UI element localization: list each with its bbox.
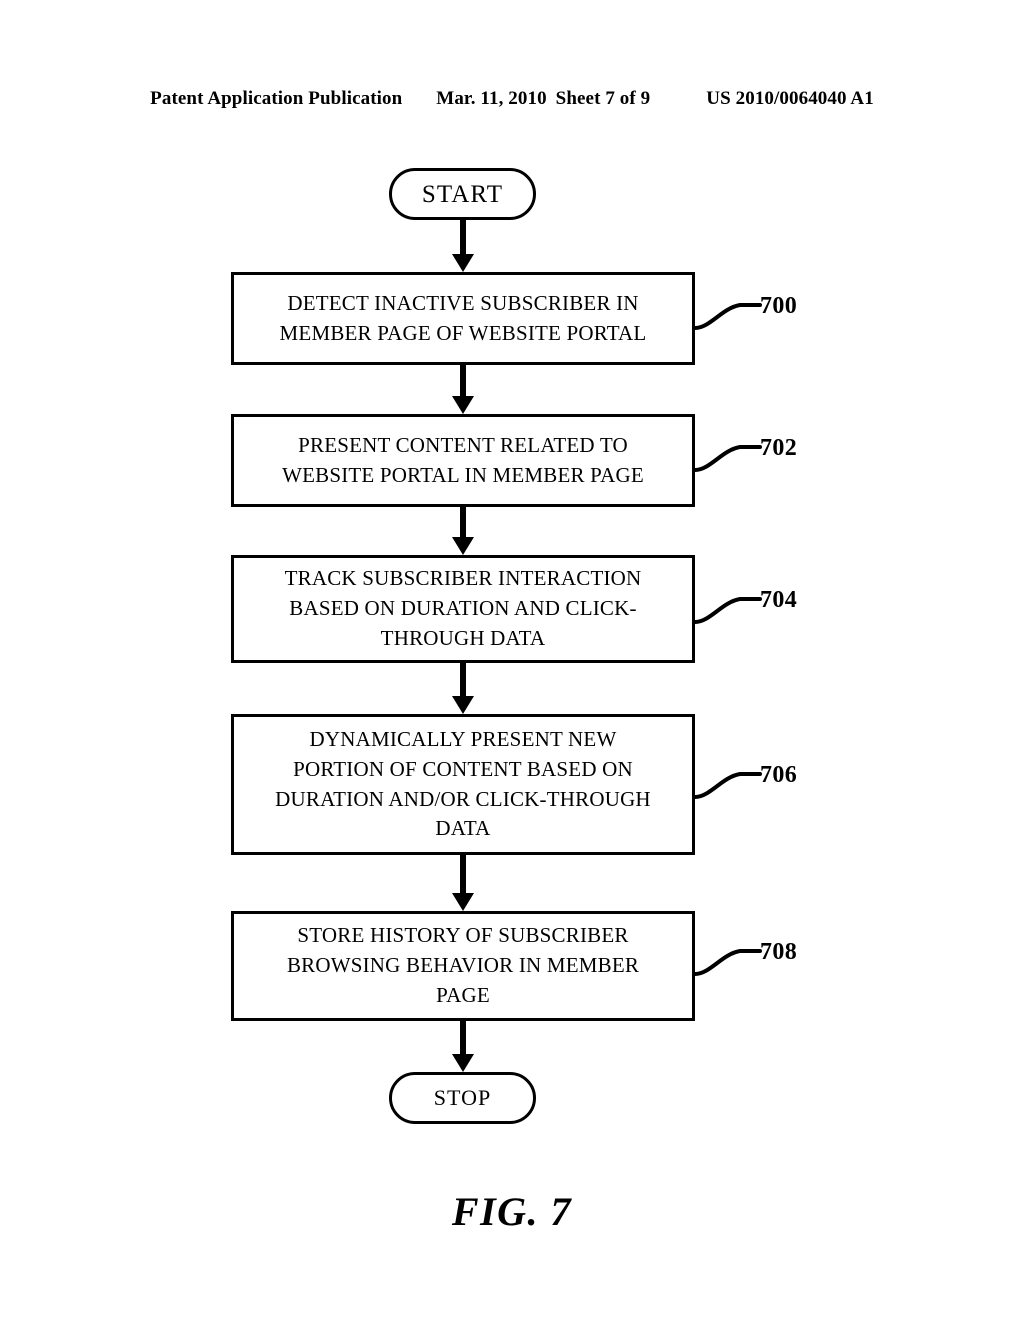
arrow-shaft bbox=[460, 855, 466, 893]
reference-numeral-702-label: 702 bbox=[760, 435, 798, 461]
flow-node-stop-label: STOP bbox=[433, 1085, 492, 1110]
reference-numeral-706-label: 706 bbox=[760, 762, 798, 788]
flow-arrow-700-to-702 bbox=[452, 365, 474, 414]
reference-numeral-702: 702 bbox=[693, 430, 814, 484]
arrow-shaft bbox=[460, 507, 466, 537]
flow-node-706: DYNAMICALLY PRESENT NEW PORTION OF CONTE… bbox=[231, 714, 695, 855]
reference-numeral-708-label: 708 bbox=[760, 939, 798, 965]
flow-node-704: TRACK SUBSCRIBER INTERACTION BASED ON DU… bbox=[231, 555, 695, 663]
reference-numeral-700-label: 700 bbox=[760, 293, 798, 319]
flow-node-stop: STOP bbox=[389, 1072, 536, 1124]
leader-line-icon bbox=[693, 597, 762, 624]
leader-line-icon bbox=[693, 445, 762, 472]
arrow-head-icon bbox=[452, 254, 474, 272]
arrow-head-icon bbox=[452, 396, 474, 414]
flow-node-start-label: START bbox=[421, 180, 504, 208]
flow-node-700-label: DETECT INACTIVE SUBSCRIBER IN MEMBER PAG… bbox=[279, 290, 647, 345]
flow-arrow-708-to-stop bbox=[452, 1021, 474, 1072]
reference-numeral-708: 708 bbox=[693, 934, 814, 988]
flow-arrow-704-to-706 bbox=[452, 663, 474, 714]
reference-numeral-704-label: 704 bbox=[760, 587, 798, 613]
flow-arrow-702-to-704 bbox=[452, 507, 474, 555]
arrow-head-icon bbox=[452, 696, 474, 714]
flow-arrow-706-to-708 bbox=[452, 855, 474, 911]
flow-node-704-label: TRACK SUBSCRIBER INTERACTION BASED ON DU… bbox=[284, 566, 642, 650]
arrow-shaft bbox=[460, 663, 466, 696]
reference-numeral-704: 704 bbox=[693, 582, 814, 636]
flow-node-start: START bbox=[389, 168, 536, 220]
leader-line-icon bbox=[693, 303, 762, 330]
flow-node-702: PRESENT CONTENT RELATED TO WEBSITE PORTA… bbox=[231, 414, 695, 507]
arrow-head-icon bbox=[452, 893, 474, 911]
leader-line-icon bbox=[693, 772, 762, 799]
reference-numeral-700: 700 bbox=[693, 288, 814, 342]
reference-numeral-706: 706 bbox=[693, 757, 814, 811]
flow-node-702-label: PRESENT CONTENT RELATED TO WEBSITE PORTA… bbox=[282, 432, 644, 487]
arrow-head-icon bbox=[452, 537, 474, 555]
flow-node-700: DETECT INACTIVE SUBSCRIBER IN MEMBER PAG… bbox=[231, 272, 695, 365]
flow-node-708: STORE HISTORY OF SUBSCRIBER BROWSING BEH… bbox=[231, 911, 695, 1021]
arrow-shaft bbox=[460, 365, 466, 396]
flow-node-708-label: STORE HISTORY OF SUBSCRIBER BROWSING BEH… bbox=[286, 923, 640, 1007]
arrow-shaft bbox=[460, 220, 466, 254]
flow-node-706-label: DYNAMICALLY PRESENT NEW PORTION OF CONTE… bbox=[275, 726, 651, 841]
arrow-head-icon bbox=[452, 1054, 474, 1072]
arrow-shaft bbox=[460, 1021, 466, 1054]
leader-line-icon bbox=[693, 949, 762, 976]
flow-arrow-start-to-700 bbox=[452, 220, 474, 272]
flowchart-diagram: START DETECT INACTIVE SUBSCRIBER IN MEMB… bbox=[0, 0, 1024, 1320]
figure-caption: FIG. 7 bbox=[451, 1189, 573, 1234]
